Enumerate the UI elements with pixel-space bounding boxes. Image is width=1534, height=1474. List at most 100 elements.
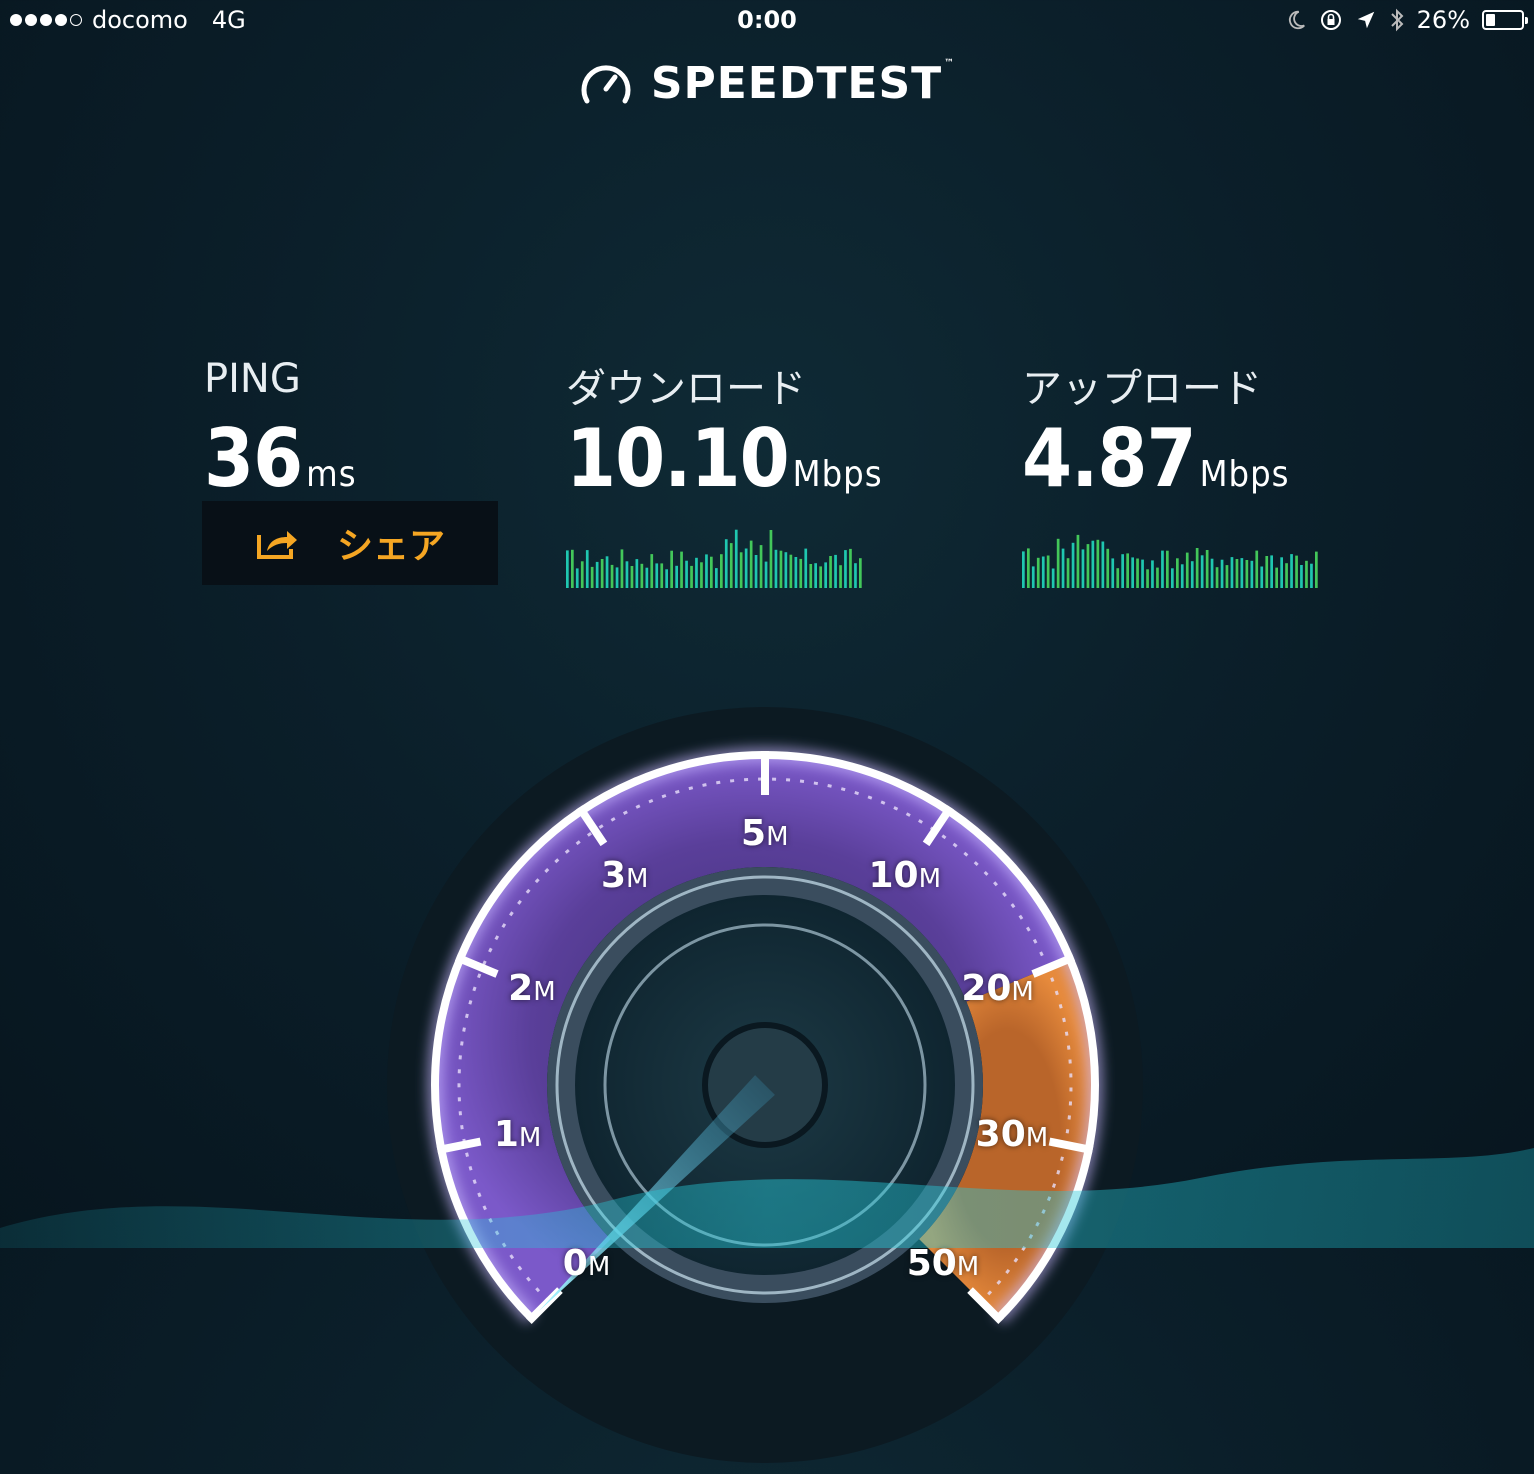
spark-bar <box>824 562 827 588</box>
spark-bar <box>1260 566 1264 588</box>
spark-bar <box>610 564 614 588</box>
spark-bar <box>1195 548 1199 588</box>
spark-bar <box>690 565 693 588</box>
spark-bar <box>625 561 629 588</box>
logo-text: SPEEDTEST ™ <box>650 58 956 109</box>
spark-bar <box>1295 555 1298 588</box>
spark-bar <box>739 552 743 588</box>
spark-bar <box>1185 552 1189 588</box>
spark-bar <box>1096 539 1100 588</box>
spark-bar <box>1161 550 1164 588</box>
status-bar: docomo 4G 0:00 26% <box>0 0 1534 44</box>
spark-bar <box>660 563 664 588</box>
spark-bar <box>769 530 773 588</box>
spark-bar <box>1056 538 1060 588</box>
spark-bar <box>700 562 703 588</box>
spark-bar <box>645 567 649 588</box>
spark-bar <box>1041 556 1045 588</box>
spark-bar <box>1210 558 1214 588</box>
spark-bar <box>1235 559 1239 588</box>
spark-bar <box>1230 557 1234 588</box>
spark-bar <box>1031 566 1035 588</box>
spark-bar <box>675 565 678 588</box>
ping-value: 36 ms <box>204 412 357 505</box>
spark-bar <box>1265 556 1269 588</box>
spark-bar <box>566 550 569 588</box>
spark-bar <box>685 560 688 588</box>
spark-bar <box>620 549 624 588</box>
share-icon <box>256 531 297 559</box>
spark-bar <box>630 566 634 588</box>
spark-bar <box>789 554 793 588</box>
spark-bar <box>655 563 659 588</box>
spark-bar <box>1121 554 1124 588</box>
spark-bar <box>1245 560 1249 588</box>
spark-bar <box>754 555 758 588</box>
download-value: 10.10 Mbps <box>566 412 883 505</box>
spark-bar <box>680 551 683 588</box>
spark-bar <box>1051 568 1055 588</box>
upload-value: 4.87 Mbps <box>1022 412 1290 505</box>
spark-bar <box>715 568 718 588</box>
spark-bar <box>1046 555 1050 588</box>
spark-bar <box>834 554 837 588</box>
share-button[interactable]: シェア <box>202 501 498 585</box>
gauge-tick-label: 50M <box>906 1242 980 1284</box>
spark-bar <box>1180 564 1184 588</box>
bluetooth-icon <box>1390 8 1404 32</box>
spark-bar <box>839 565 842 588</box>
spark-bar <box>571 549 574 588</box>
gauge-tick-label: 3M <box>600 854 649 896</box>
spark-bar <box>1255 550 1259 588</box>
spark-bar <box>595 561 599 588</box>
gauge-tick-label: 10M <box>868 854 942 896</box>
spark-bar <box>1166 550 1169 588</box>
spark-bar <box>1131 557 1134 588</box>
spark-bar <box>1300 565 1303 588</box>
spark-bar <box>1315 551 1318 588</box>
spark-bar <box>734 529 738 588</box>
spark-bar <box>1190 561 1194 588</box>
spark-bar <box>1116 568 1120 588</box>
battery-percent: 26% <box>1416 6 1470 34</box>
spark-bar <box>605 556 609 588</box>
spark-bar <box>1290 554 1293 588</box>
spark-bar <box>1081 549 1085 588</box>
spark-bar <box>859 558 862 588</box>
spark-bar <box>695 557 698 588</box>
spark-bar <box>1076 534 1080 588</box>
download-label: ダウンロード <box>566 366 806 412</box>
spark-bar <box>1141 559 1144 588</box>
upload-label: アップロード <box>1022 366 1262 412</box>
spark-bar <box>1285 563 1288 588</box>
gauge-tick-label: 0M <box>562 1242 611 1284</box>
spark-bar <box>844 550 847 588</box>
download-sparkline <box>566 529 862 588</box>
spark-bar <box>640 563 644 588</box>
spark-bar <box>585 550 589 588</box>
spark-bar <box>670 550 673 588</box>
spark-bar <box>784 552 788 588</box>
moon-icon <box>1288 10 1305 30</box>
spark-bar <box>1036 557 1040 588</box>
spark-bar <box>799 558 803 588</box>
spark-bar <box>1091 540 1095 588</box>
spark-bar <box>705 554 708 588</box>
spark-bar <box>1250 560 1254 588</box>
spark-bar <box>1136 558 1139 588</box>
spark-bar <box>1270 555 1273 588</box>
spark-bar <box>744 548 748 588</box>
spark-bar <box>580 561 584 588</box>
spark-bar <box>1225 565 1229 588</box>
spark-bar <box>1101 541 1105 588</box>
spark-bar <box>650 554 654 588</box>
spark-bar <box>1126 553 1129 588</box>
spark-bar <box>729 543 733 588</box>
spark-bar <box>615 567 619 588</box>
battery-icon <box>1482 10 1528 30</box>
spark-bar <box>849 548 852 588</box>
spark-bar <box>809 564 813 588</box>
spark-bar <box>794 557 798 588</box>
spark-bar <box>819 566 822 588</box>
spark-bar <box>1205 550 1209 588</box>
